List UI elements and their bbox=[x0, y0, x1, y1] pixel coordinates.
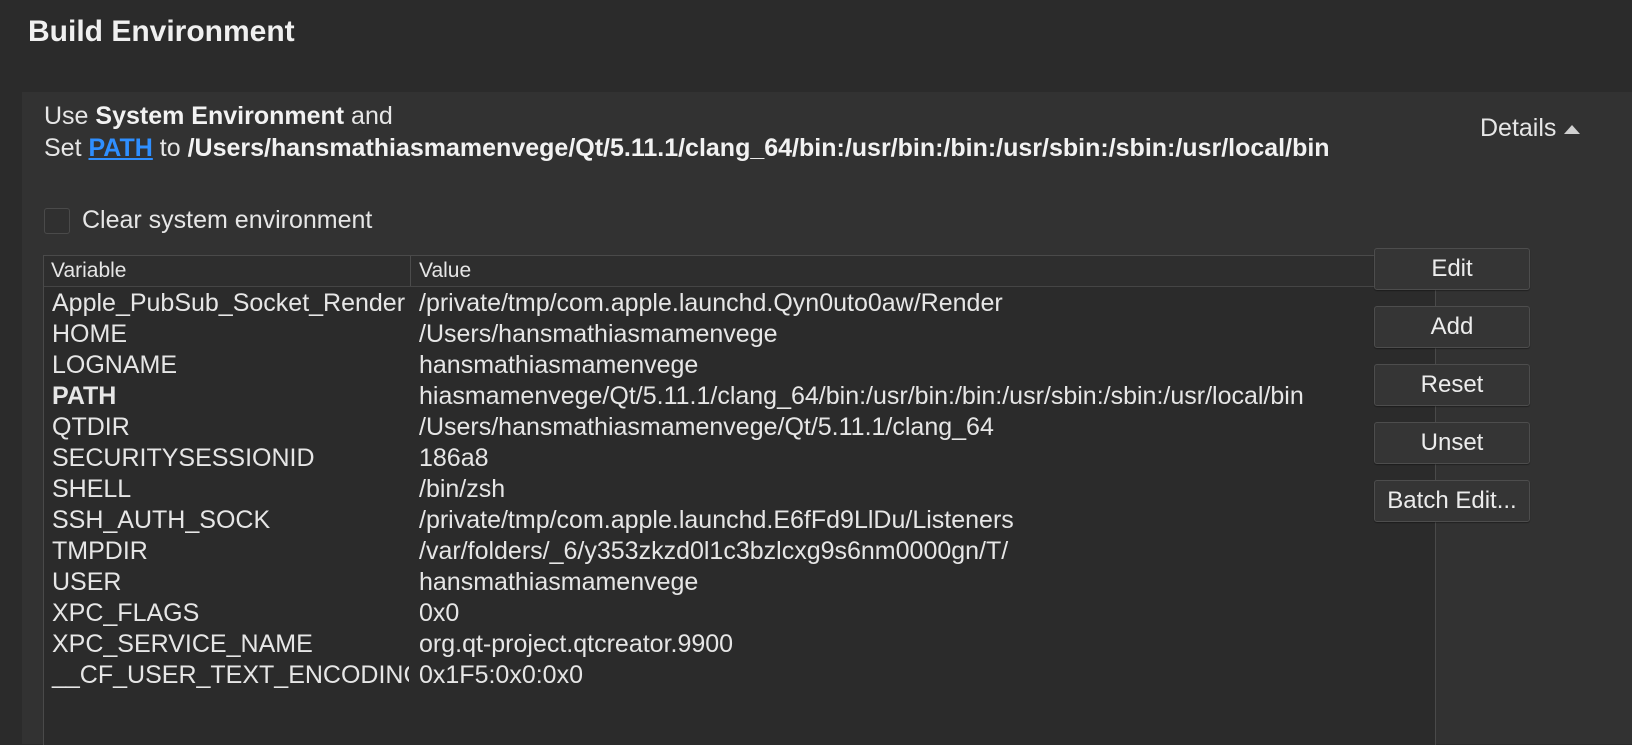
table-row-path[interactable]: PATH hiasmamenvege/Qt/5.11.1/clang_64/bin… bbox=[44, 381, 1435, 412]
value-cell: /private/tmp/com.apple.launchd.E6fFd9LlD… bbox=[419, 506, 1014, 534]
table-row[interactable]: SECURITYSESSIONID 186a8 bbox=[44, 443, 1435, 474]
column-header-variable[interactable]: Variable bbox=[44, 256, 411, 286]
value-cell: hiasmamenvege/Qt/5.11.1/clang_64/bin:/us… bbox=[419, 382, 1304, 410]
table-row[interactable]: XPC_SERVICE_NAME org.qt-project.qtcreator… bbox=[44, 629, 1435, 660]
value-cell: /Users/hansmathiasmamenvege bbox=[419, 320, 778, 348]
value-cell: org.qt-project.qtcreator.9900 bbox=[419, 630, 734, 658]
set-prefix: Set bbox=[44, 134, 89, 162]
value-cell: 0x0 bbox=[419, 599, 460, 627]
clear-system-environment-option[interactable]: Clear system environment bbox=[44, 206, 372, 235]
variable-cell: XPC_FLAGS bbox=[52, 599, 200, 627]
system-environment-label: System Environment bbox=[95, 102, 345, 130]
table-header: Variable Value bbox=[44, 256, 1435, 287]
variable-cell: Apple_PubSub_Socket_Render bbox=[52, 289, 406, 317]
variable-cell: QTDIR bbox=[52, 413, 130, 441]
variable-cell: __CF_USER_TEXT_ENCODING bbox=[52, 661, 409, 689]
build-environment-title: Build Environment bbox=[28, 15, 295, 48]
summary-line-1: Use System Environment and bbox=[44, 100, 1474, 132]
variable-cell: USER bbox=[52, 568, 122, 596]
value-cell: 0x1F5:0x0:0x0 bbox=[419, 661, 583, 689]
variable-cell: HOME bbox=[52, 320, 127, 348]
variable-cell: PATH bbox=[52, 382, 117, 410]
details-label: Details bbox=[1480, 114, 1557, 142]
table-rows: Apple_PubSub_Socket_Render/private/tmp/c… bbox=[44, 287, 1435, 691]
environment-action-buttons: Edit Add Reset Unset Batch Edit... bbox=[1374, 248, 1530, 524]
table-row[interactable]: SHELL/bin/zsh bbox=[44, 474, 1435, 505]
unset-button[interactable]: Unset bbox=[1374, 422, 1530, 464]
summary-suffix: and bbox=[344, 102, 393, 130]
variable-cell: TMPDIR bbox=[52, 537, 148, 565]
path-value: /Users/hansmathiasmamenvege/Qt/5.11.1/cl… bbox=[187, 134, 1330, 162]
value-cell: hansmathiasmamenvege bbox=[419, 351, 699, 379]
value-cell: /var/folders/_6/y353zkzd0l1c3bzlcxg9s6nm… bbox=[419, 537, 1009, 565]
table-row[interactable]: USER hansmathiasmamenvege bbox=[44, 567, 1435, 598]
variable-cell: SHELL bbox=[52, 475, 132, 503]
table-row[interactable]: LOGNAME hansmathiasmamenvege bbox=[44, 350, 1435, 381]
triangle-up-icon bbox=[1564, 125, 1581, 134]
summary-prefix: Use bbox=[44, 102, 96, 130]
table-row[interactable]: __CF_USER_TEXT_ENCODING 0x1F5:0x0:0x0 bbox=[44, 660, 1435, 691]
variable-cell: LOGNAME bbox=[52, 351, 178, 379]
add-button[interactable]: Add bbox=[1374, 306, 1530, 348]
path-link[interactable]: PATH bbox=[88, 134, 152, 162]
clear-system-environment-label: Clear system environment bbox=[82, 206, 373, 234]
table-row[interactable]: XPC_FLAGS 0x0 bbox=[44, 598, 1435, 629]
reset-button[interactable]: Reset bbox=[1374, 364, 1530, 406]
environment-panel: Use System Environment and Set PATH to /… bbox=[22, 92, 1632, 745]
clear-system-environment-checkbox[interactable] bbox=[44, 207, 70, 234]
value-cell: /private/tmp/com.apple.launchd.Qyn0uto0a… bbox=[419, 289, 1003, 317]
table-row[interactable]: TMPDIR/var/folders/_6/y353zkzd0l1c3bzlcx… bbox=[44, 536, 1435, 567]
batch-edit-button[interactable]: Batch Edit... bbox=[1374, 480, 1530, 522]
table-row[interactable]: QTDIR/Users/hansmathiasmamenvege/Qt/5.11… bbox=[44, 412, 1435, 443]
table-row[interactable]: SSH_AUTH_SOCK/private/tmp/com.apple.laun… bbox=[44, 505, 1435, 536]
variable-cell: XPC_SERVICE_NAME bbox=[52, 630, 313, 658]
column-header-value[interactable]: Value bbox=[411, 256, 1435, 286]
environment-table[interactable]: Variable Value Apple_PubSub_Socket_Rende… bbox=[43, 255, 1436, 745]
variable-cell: SECURITYSESSIONID bbox=[52, 444, 315, 472]
edit-button[interactable]: Edit bbox=[1374, 248, 1530, 290]
variable-cell: SSH_AUTH_SOCK bbox=[52, 506, 271, 534]
table-row[interactable]: HOME/Users/hansmathiasmamenvege bbox=[44, 319, 1435, 350]
value-cell: hansmathiasmamenvege bbox=[419, 568, 699, 596]
table-row[interactable]: Apple_PubSub_Socket_Render/private/tmp/c… bbox=[44, 288, 1435, 319]
value-cell: 186a8 bbox=[419, 444, 489, 472]
summary-line-2: Set PATH to /Users/hansmathiasmamenvege/… bbox=[44, 132, 1474, 164]
details-toggle-button[interactable]: Details bbox=[1480, 114, 1581, 143]
value-cell: /Users/hansmathiasmamenvege/Qt/5.11.1/cl… bbox=[419, 413, 994, 441]
to-label: to bbox=[152, 134, 188, 162]
environment-summary: Use System Environment and Set PATH to /… bbox=[44, 100, 1474, 164]
value-cell: /bin/zsh bbox=[419, 475, 506, 503]
